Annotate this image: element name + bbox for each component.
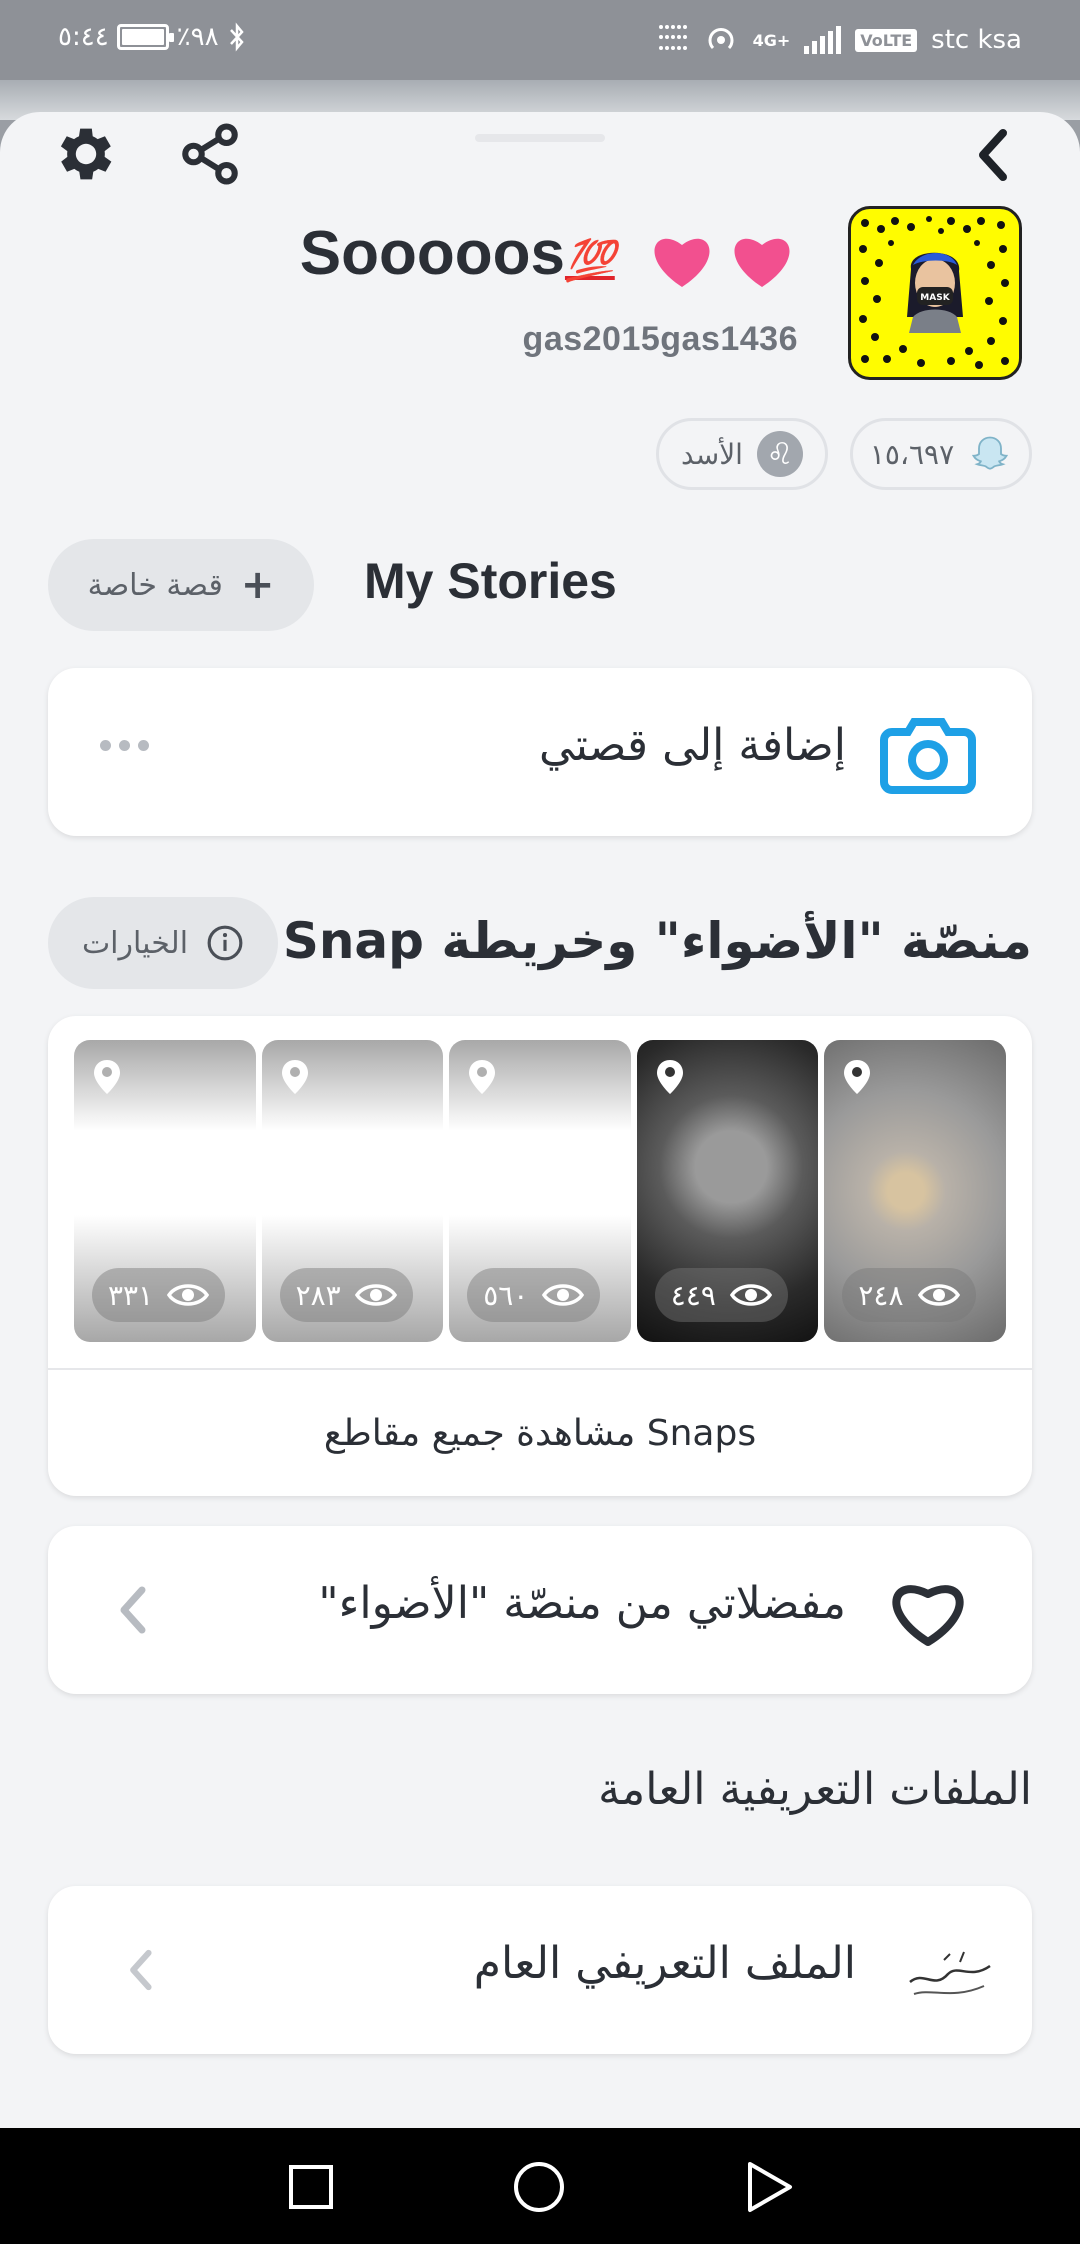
eye-icon (917, 1284, 960, 1306)
location-pin-icon (94, 1060, 120, 1094)
private-story-label: قصة خاصة (87, 567, 223, 603)
view-count-value: ٢٤٨ (858, 1278, 904, 1312)
spotlight-card: ٣٣١ ٢٨٣ ٥٦٠ ٤٤٩ ٢٤٨ مشاهدة جميع مقاطع Snaps (48, 1016, 1032, 1496)
zodiac-label: الأسد (681, 437, 743, 471)
view-count: ٤٤٩ (654, 1268, 788, 1322)
private-story-button[interactable]: قصة خاصة + (48, 539, 314, 631)
recent-apps-button[interactable] (288, 2164, 334, 2210)
bitmoji-avatar: MASK (907, 252, 963, 333)
favorites-label: مفضلاتي من منصّة "الأضواء" (318, 1578, 846, 1629)
info-icon (207, 925, 243, 961)
more-options-button[interactable] (100, 740, 149, 751)
ghost-icon (972, 436, 1009, 470)
eye-icon (542, 1284, 585, 1306)
snap-score-pill[interactable]: ١٥،٦٩٧ (850, 418, 1032, 490)
spotlight-tiles: ٣٣١ ٢٨٣ ٥٦٠ ٤٤٩ ٢٤٨ (74, 1040, 1006, 1342)
location-pin-icon (469, 1060, 496, 1094)
battery-icon (116, 24, 174, 50)
see-all-snaps-button[interactable]: مشاهدة جميع مقاطع Snaps (48, 1370, 1032, 1496)
display-name-text: Sooooos (299, 219, 565, 288)
signal-icon (804, 26, 842, 54)
system-nav-bar (0, 2128, 1080, 2244)
view-count: ٥٦٠ (467, 1268, 601, 1322)
location-pin-icon (281, 1060, 308, 1094)
spotlight-tile[interactable]: ٣٣١ (74, 1040, 256, 1342)
spotlight-tile[interactable]: ٤٤٩ (636, 1040, 819, 1342)
carrier-name: stc ksa (931, 25, 1022, 55)
options-label: الخيارات (81, 925, 189, 961)
display-name: Sooooos💯 (300, 218, 800, 291)
view-count-value: ٤٤٩ (670, 1278, 716, 1312)
back-nav-button[interactable] (744, 2160, 796, 2214)
snap-score: ١٥،٦٩٧ (869, 437, 955, 471)
svg-text:MASK: MASK (920, 293, 950, 303)
share-button[interactable] (172, 116, 248, 192)
add-to-story-label: إضافة إلى قصتي (538, 720, 846, 771)
view-count: ٢٤٨ (842, 1268, 976, 1322)
my-stories-title: My Stories (364, 553, 617, 609)
status-bar: ٥:٤٤ ٪٩٨ 4G+ VoLTE stc ksa (0, 0, 1080, 80)
leo-icon: ♌ (756, 431, 803, 477)
public-profiles-title: الملفات التعريفية العامة (598, 1764, 1032, 1815)
eye-icon (729, 1284, 772, 1306)
view-count: ٣٣١ (92, 1268, 226, 1322)
home-button[interactable] (512, 2160, 566, 2214)
share-icon (182, 123, 238, 185)
spotlight-tile[interactable]: ٢٤٨ (824, 1040, 1006, 1342)
sheet-grabber[interactable] (475, 134, 605, 142)
eye-icon (354, 1284, 397, 1306)
calligraphy-logo-icon (904, 1940, 996, 2010)
spotlight-tile[interactable]: ٢٨٣ (261, 1040, 444, 1342)
view-count-value: ٥٦٠ (483, 1278, 529, 1312)
network-type: 4G+ (752, 30, 791, 50)
volte-badge: VoLTE (855, 28, 918, 52)
chevron-left-icon (120, 1586, 146, 1634)
view-count-value: ٣٣١ (108, 1278, 154, 1312)
add-to-story-card[interactable]: إضافة إلى قصتي (48, 668, 1032, 836)
back-icon (979, 129, 1007, 181)
location-pin-icon (656, 1060, 683, 1094)
profile-sheet: Sooooos💯 gas2015gas1436 MASK ١٥،٦٩٧ الأس… (0, 112, 1080, 2128)
spotlight-title: منصّة "الأضواء" وخريطة Snap (282, 912, 1032, 970)
options-button[interactable]: الخيارات (48, 897, 278, 989)
settings-icon (60, 128, 112, 180)
username: gas2015gas1436 (522, 320, 798, 358)
nfc-icon (658, 25, 689, 55)
spotlight-tile[interactable]: ٥٦٠ (449, 1040, 631, 1342)
bluetooth-icon (229, 22, 244, 52)
hearts-icon (644, 225, 800, 291)
back-button[interactable] (960, 120, 1026, 190)
public-profile-label: الملف التعريفي العام (473, 1938, 856, 1989)
hotspot-icon (708, 28, 734, 50)
clock: ٥:٤٤ (58, 22, 109, 52)
snapcode-dots: MASK (859, 216, 1009, 369)
favorites-card[interactable]: مفضلاتي من منصّة "الأضواء" (48, 1526, 1032, 1694)
public-profile-card[interactable]: الملف التعريفي العام (48, 1886, 1032, 2054)
location-pin-icon (844, 1060, 871, 1094)
hundred-icon: 💯 (564, 239, 615, 283)
view-count-value: ٢٨٣ (295, 1278, 341, 1312)
view-count: ٢٨٣ (279, 1268, 413, 1322)
plus-icon: + (240, 562, 275, 608)
eye-icon (167, 1284, 210, 1306)
battery-percent: ٪٩٨ (176, 22, 219, 52)
camera-icon (880, 718, 976, 794)
zodiac-pill[interactable]: الأسد ♌ (656, 418, 828, 490)
settings-button[interactable] (48, 116, 124, 192)
snapcode-avatar[interactable]: MASK (848, 206, 1022, 380)
chevron-left-icon (130, 1949, 152, 1991)
heart-icon (892, 1585, 964, 1646)
